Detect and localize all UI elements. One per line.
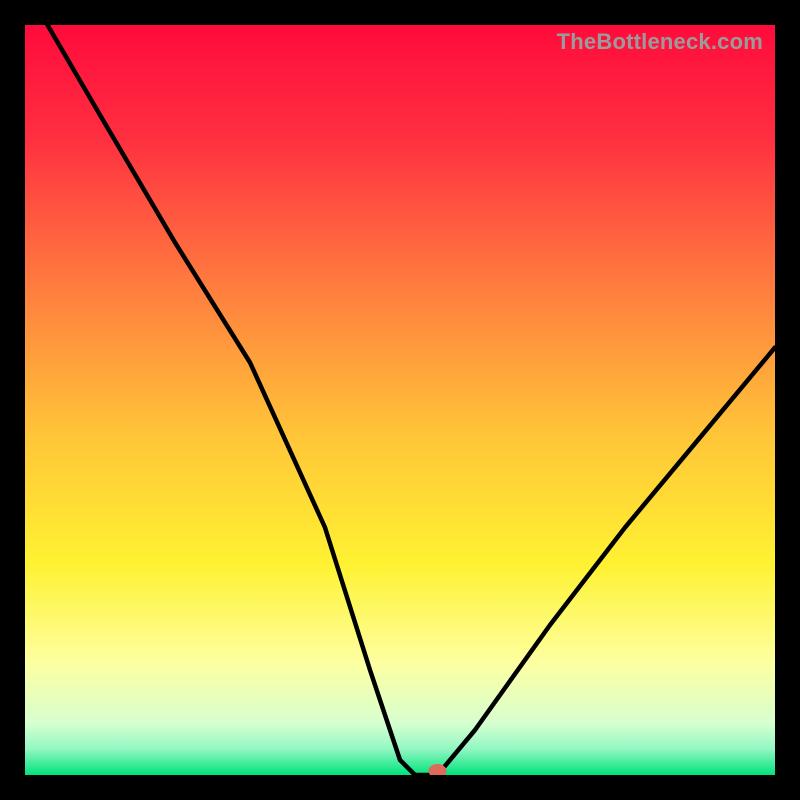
gradient-background: [25, 25, 775, 775]
bottleneck-chart: [25, 25, 775, 775]
chart-frame: TheBottleneck.com: [25, 25, 775, 775]
watermark-text: TheBottleneck.com: [557, 29, 763, 55]
